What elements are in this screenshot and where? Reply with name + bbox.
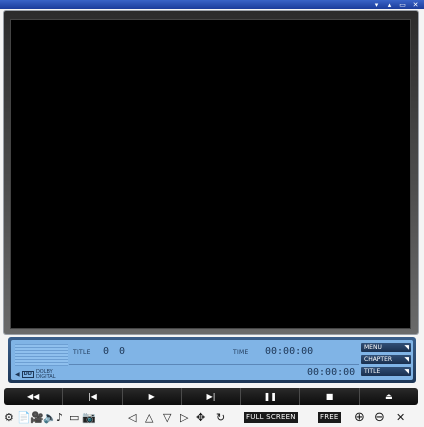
dolby-text: DOLBY DIGITAL: [35, 368, 56, 380]
dolby-arrow-icon: ◀: [15, 371, 20, 378]
chapter-button[interactable]: CHAPTER ◥: [361, 355, 411, 364]
enter-button-icon[interactable]: ✥: [196, 410, 205, 426]
window-controls: ▾ ▴ ▭ ✕: [372, 0, 420, 9]
nav-right-button[interactable]: ▷: [180, 410, 188, 426]
play-button[interactable]: ▶: [123, 388, 182, 405]
dvd-player-window: ▾ ▴ ▭ ✕ ◀ DD DOLBY DIGITAL TITLE 0 0 TIM…: [0, 0, 424, 427]
bottom-toolbar: ⚙ 📄 🎥 🔈 ♪ ▭ 📷 ◁ △ ▽ ▷ ✥ ↻ FULL SCREEN FR…: [0, 409, 424, 427]
document-icon[interactable]: 📄: [17, 410, 31, 426]
pause-button[interactable]: ❚❚: [241, 388, 301, 405]
panel-divider: [69, 364, 359, 365]
arrow-icon: ◥: [404, 368, 409, 375]
elapsed-time: 00:00:00: [307, 367, 356, 378]
title-label: TITLE: [73, 349, 91, 356]
arrow-icon: ◥: [404, 356, 409, 363]
video-frame: [4, 11, 418, 334]
title-number: 0: [103, 346, 110, 357]
speaker-icon[interactable]: 🔈: [43, 410, 57, 426]
rolldown-icon[interactable]: ▴: [385, 1, 394, 9]
info-panel-frame: ◀ DD DOLBY DIGITAL TITLE 0 0 TIME 00:00:…: [8, 337, 416, 383]
rewind-button[interactable]: ◀◀: [4, 388, 64, 405]
info-panel: ◀ DD DOLBY DIGITAL TITLE 0 0 TIME 00:00:…: [11, 340, 413, 380]
transport-controls: ◀◀ |◀ ▶ ▶| ❚❚ ■ ⏏: [4, 388, 418, 405]
stop-button[interactable]: ■: [300, 388, 360, 405]
maximize-icon[interactable]: ▭: [398, 1, 407, 9]
screen-icon[interactable]: ▭: [69, 410, 79, 426]
next-button[interactable]: ▶|: [182, 388, 242, 405]
return-icon[interactable]: ↻: [216, 410, 225, 426]
title-bar[interactable]: ▾ ▴ ▭ ✕: [0, 0, 424, 9]
nav-left-button[interactable]: ◁: [128, 410, 136, 426]
zoom-out-icon[interactable]: ⊖: [374, 410, 385, 426]
close-button[interactable]: ✕: [396, 410, 405, 426]
nav-down-button[interactable]: ▽: [163, 410, 171, 426]
zoom-in-icon[interactable]: ⊕: [354, 410, 365, 426]
close-window-icon[interactable]: ✕: [411, 1, 420, 9]
title-button[interactable]: TITLE ◥: [361, 367, 411, 376]
camera-icon[interactable]: 🎥: [30, 410, 44, 426]
panel-decoration: [15, 344, 68, 366]
previous-button[interactable]: |◀: [63, 388, 123, 405]
fullscreen-button[interactable]: FULL SCREEN: [244, 412, 298, 423]
free-button[interactable]: FREE: [318, 412, 341, 423]
menu-button[interactable]: MENU ◥: [361, 343, 411, 352]
arrow-icon: ◥: [404, 344, 409, 351]
time-value: 00:00:00: [265, 346, 314, 357]
eject-button[interactable]: ⏏: [360, 388, 418, 405]
settings-icon[interactable]: ⚙: [4, 410, 14, 426]
dolby-box: DD: [21, 371, 34, 378]
time-label: TIME: [233, 349, 249, 356]
dolby-digital-logo: ◀ DD DOLBY DIGITAL: [15, 368, 68, 380]
nav-up-button[interactable]: △: [145, 410, 153, 426]
rollup-icon[interactable]: ▾: [372, 1, 381, 9]
video-display[interactable]: [10, 19, 411, 329]
chapter-number: 0: [119, 346, 126, 357]
audio-icon[interactable]: ♪: [56, 410, 63, 426]
snapshot-icon[interactable]: 📷: [82, 410, 96, 426]
